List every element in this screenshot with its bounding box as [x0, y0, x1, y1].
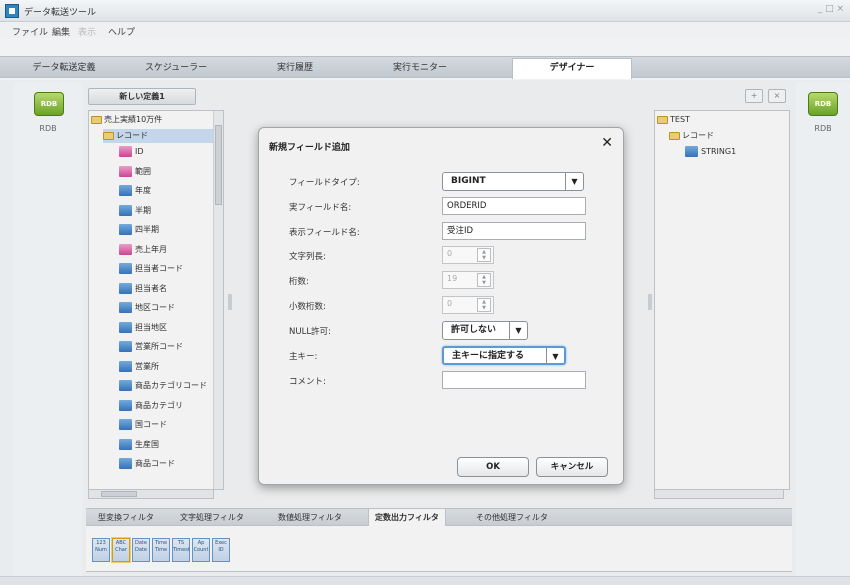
new-field-dialog: 新規フィールド追加 ✕ フィールドタイプ: BIGINT ▼ 実フィールド名: … — [258, 127, 624, 485]
ok-button[interactable]: OK — [457, 457, 529, 477]
right-target-panel: RDB RDB — [796, 82, 850, 576]
tab-designer[interactable]: デザイナー — [512, 58, 632, 79]
rdb-target-label: RDB — [814, 124, 832, 133]
label-primary-key: 主キー: — [289, 352, 318, 362]
dialog-title: 新規フィールド追加 — [269, 143, 350, 153]
rdb-target-icon[interactable]: RDB — [808, 92, 838, 116]
chevron-down-icon: ▼ — [509, 322, 527, 339]
digits-value: 19 — [447, 274, 458, 283]
real-field-name-input[interactable]: ORDERID — [442, 197, 586, 215]
decimals-value: 0 — [447, 299, 453, 308]
nullable-value: 許可しない — [451, 325, 497, 335]
label-real-field-name: 実フィールド名: — [289, 203, 352, 213]
app-title: データ転送ツール — [24, 8, 97, 18]
label-char-length: 文字列長: — [289, 252, 326, 262]
menu-help[interactable]: ヘルプ — [108, 25, 135, 38]
left-source-panel: RDB RDB — [14, 82, 82, 576]
chevron-down-icon: ▼ — [546, 348, 564, 365]
label-display-field-name: 表示フィールド名: — [289, 228, 360, 238]
tab-scheduler[interactable]: スケジューラー — [128, 61, 224, 79]
main-tab-bar: データ転送定義 スケジューラー 実行履歴 実行モニター デザイナー — [0, 38, 850, 80]
label-comment: コメント: — [289, 377, 326, 387]
label-decimals: 小数桁数: — [289, 302, 326, 312]
stepper-arrows-icon[interactable]: ▲ ▼ — [477, 248, 491, 262]
window-controls[interactable]: _ □ × — [818, 4, 844, 14]
primary-key-value: 主キーに指定する — [452, 351, 525, 361]
stepper-arrows-icon[interactable]: ▲ ▼ — [477, 273, 491, 287]
rdb-source-label: RDB — [39, 124, 57, 133]
stepper-arrows-icon[interactable]: ▲ ▼ — [477, 298, 491, 312]
menu-file[interactable]: ファイル — [12, 25, 48, 38]
rdb-source-icon[interactable]: RDB — [34, 92, 64, 116]
label-digits: 桁数: — [289, 277, 309, 287]
display-field-name-input[interactable]: 受注ID — [442, 222, 586, 240]
primary-key-select[interactable]: 主キーに指定する ▼ — [442, 346, 566, 365]
tabs-strip: データ転送定義 スケジューラー 実行履歴 実行モニター デザイナー — [0, 56, 850, 79]
field-type-value: BIGINT — [451, 176, 486, 186]
cancel-button[interactable]: キャンセル — [536, 457, 608, 477]
close-icon[interactable]: ✕ — [601, 135, 613, 151]
chevron-down-icon: ▼ — [565, 173, 583, 190]
label-nullable: NULL許可: — [289, 327, 331, 337]
menu-view[interactable]: 表示 — [78, 25, 96, 38]
menu-edit[interactable]: 編集 — [52, 25, 70, 38]
char-length-stepper[interactable]: 0 ▲ ▼ — [442, 246, 494, 264]
title-bar: データ転送ツール _ □ × — [0, 0, 850, 22]
char-length-value: 0 — [447, 249, 453, 258]
status-bar — [0, 576, 850, 585]
tab-history[interactable]: 実行履歴 — [250, 61, 340, 79]
app-icon — [5, 4, 19, 18]
tab-transfer-definition[interactable]: データ転送定義 — [20, 61, 108, 79]
digits-stepper[interactable]: 19 ▲ ▼ — [442, 271, 494, 289]
comment-input[interactable] — [442, 371, 586, 389]
label-field-type: フィールドタイプ: — [289, 178, 360, 188]
nullable-select[interactable]: 許可しない ▼ — [442, 321, 528, 340]
menu-bar: ファイル 編集 表示 ヘルプ — [0, 22, 850, 38]
tab-monitor[interactable]: 実行モニター — [372, 61, 468, 79]
decimals-stepper[interactable]: 0 ▲ ▼ — [442, 296, 494, 314]
field-type-select[interactable]: BIGINT ▼ — [442, 172, 584, 191]
